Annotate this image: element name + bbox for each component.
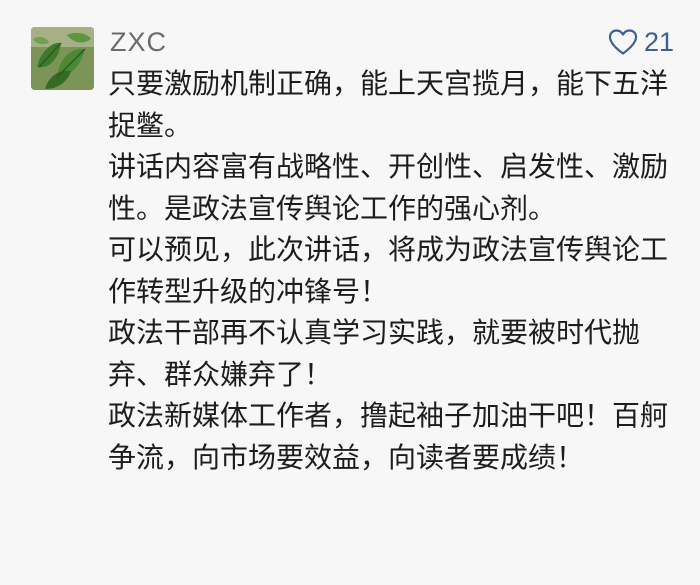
- comment-paragraph: 政法干部再不认真学习实践，就要被时代抛弃、群众嫌弃了！: [108, 316, 641, 391]
- like-button[interactable]: 21: [608, 25, 674, 59]
- comment-paragraph: 只要激励机制正确，能上天宫揽月，能下五洋捉鳖。: [108, 67, 669, 142]
- comment-paragraph: 讲话内容富有战略性、开创性、启发性、激励性。是政法宣传舆论工作的强心剂。: [108, 150, 669, 225]
- heart-outline-icon: [608, 29, 638, 55]
- author-name[interactable]: ZXC: [110, 26, 167, 58]
- plant-leaves-avatar-icon: [31, 27, 94, 90]
- comment-paragraph: 政法新媒体工作者，撸起袖子加油干吧！百舸争流，向市场要效益，向读者要成绩！: [108, 399, 669, 474]
- comment-card: ZXC 21 只要激励机制正确，能上天宫揽月，能下五洋捉鳖。 讲话内容富有战略性…: [0, 0, 700, 585]
- comment-body: 只要激励机制正确，能上天宫揽月，能下五洋捉鳖。 讲话内容富有战略性、开创性、启发…: [108, 63, 668, 478]
- like-count: 21: [643, 27, 674, 57]
- comment-paragraph: 可以预见，此次讲话，将成为政法宣传舆论工作转型升级的冲锋号！: [108, 233, 669, 308]
- avatar[interactable]: [31, 27, 94, 90]
